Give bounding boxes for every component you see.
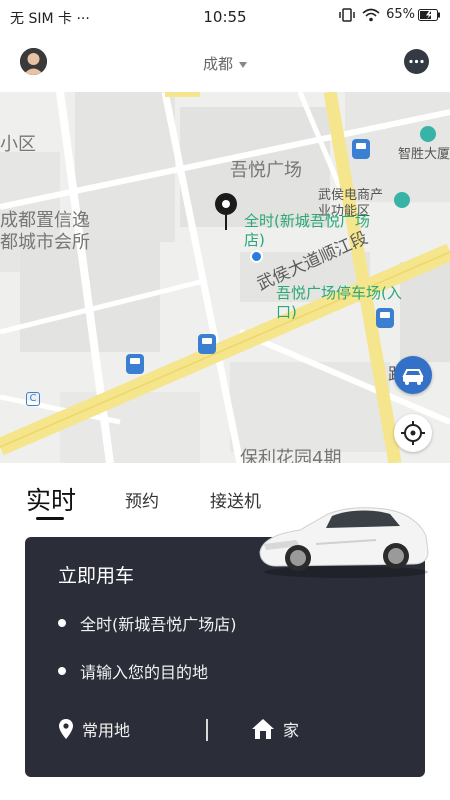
battery-indicator: 65% (386, 7, 440, 22)
vibrate-icon (339, 7, 355, 22)
city-label: 成都 (202, 55, 233, 73)
message-icon[interactable] (403, 48, 430, 75)
top-header: 成都 (0, 34, 450, 92)
home-button[interactable]: 家 (251, 717, 299, 741)
common-places-label: 常用地 (82, 721, 131, 740)
battery-text: 65% (386, 7, 415, 22)
chevron-down-icon (239, 61, 247, 68)
car-icon (402, 369, 424, 385)
map-label-zhisheng: 智胜大厦 (398, 147, 450, 162)
map-view[interactable]: 小区 吾悦广场 智胜大厦 武侯电商产 业功能区 成都置信逸 都城市会所 武侯大道… (0, 92, 450, 463)
card-title: 立即用车 (58, 565, 135, 587)
nearby-cars-button[interactable] (394, 356, 432, 394)
destination-dot (58, 667, 66, 675)
tab-airport[interactable]: 接送机 (210, 487, 261, 512)
map-label-pickup: 全时(新城吾悦广场 店) (244, 212, 370, 249)
destination-placeholder: 请输入您的目的地 (80, 663, 209, 682)
building-icon (394, 192, 410, 208)
location-pin-icon (215, 193, 237, 230)
building-icon (420, 126, 436, 142)
origin-row[interactable]: 全时(新城吾悦广场店) (58, 611, 237, 635)
map-label-wuyue: 吾悦广场 (230, 160, 302, 181)
map-label-baoli: 保利花园4期 (240, 448, 342, 463)
origin-dot (58, 619, 66, 627)
metro-icon: C (26, 392, 40, 406)
bus-stop-icon (198, 334, 216, 354)
tab-active-indicator (36, 517, 64, 520)
city-selector[interactable]: 成都 (0, 53, 450, 74)
bus-stop-icon (376, 308, 394, 328)
status-bar: 无 SIM 卡 ··· 10:55 65% (0, 0, 450, 34)
map-label-huisuo: 都城市会所 (0, 232, 90, 253)
tab-reserve[interactable]: 预约 (125, 487, 159, 512)
bus-stop-icon (352, 139, 370, 159)
car-illustration (259, 507, 429, 578)
common-places-button[interactable]: 常用地 (58, 717, 130, 741)
bottom-divider (206, 719, 208, 741)
map-base (0, 92, 450, 463)
battery-charging-icon (418, 8, 440, 21)
home-icon (252, 719, 274, 739)
home-label: 家 (283, 721, 300, 740)
bus-stop-icon (126, 354, 144, 374)
tab-realtime[interactable]: 实时 (26, 481, 76, 517)
status-icons: 65% (338, 7, 440, 22)
origin-text: 全时(新城吾悦广场店) (80, 615, 237, 634)
map-label-xiaoqu: 小区 (0, 134, 36, 155)
map-pin-icon (59, 719, 73, 739)
crosshair-icon (401, 421, 425, 445)
destination-input[interactable]: 请输入您的目的地 (58, 659, 208, 683)
current-position-dot (250, 250, 263, 263)
locate-me-button[interactable] (394, 414, 432, 452)
wifi-icon (362, 8, 380, 21)
